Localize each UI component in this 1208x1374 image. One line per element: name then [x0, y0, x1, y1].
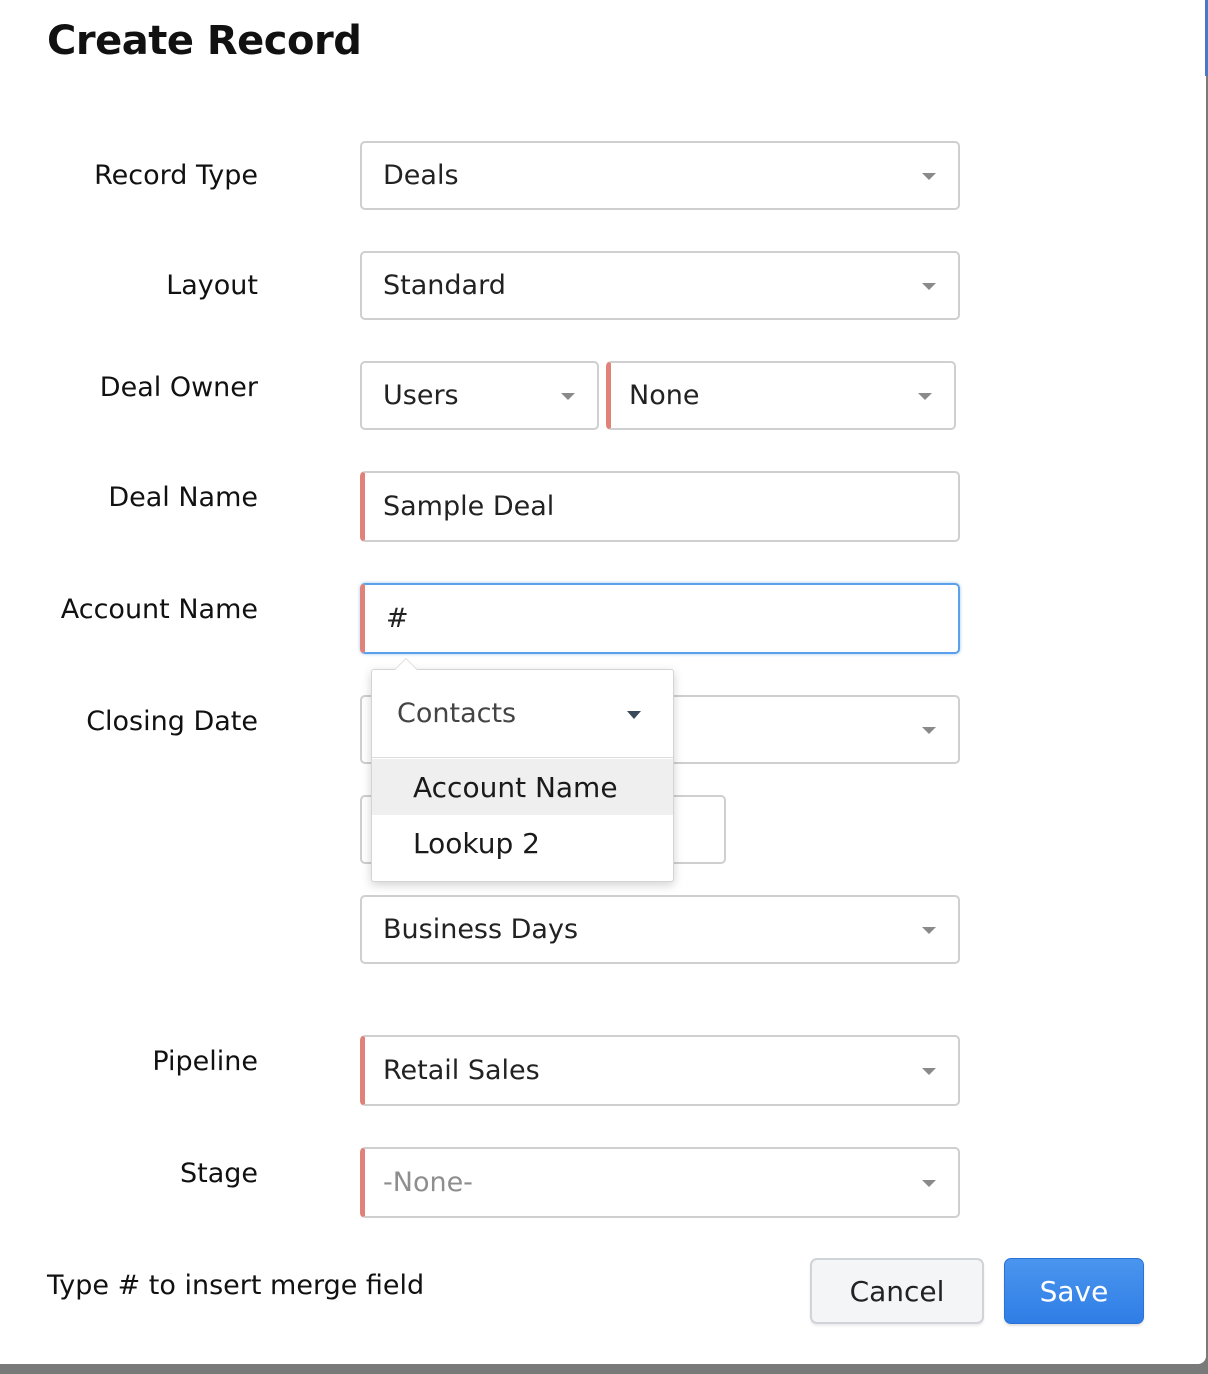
chevron-down-icon — [922, 172, 936, 180]
chevron-down-icon — [922, 1179, 936, 1187]
create-record-dialog: Create Record Record Type Deals Layout S… — [0, 0, 1208, 1364]
merge-field-option-lookup-2[interactable]: Lookup 2 — [372, 815, 673, 871]
merge-field-option-account-name[interactable]: Account Name — [372, 759, 673, 815]
merge-field-popup: Contacts Account Name Lookup 2 — [371, 658, 674, 882]
popup-pointer — [394, 658, 418, 670]
closing-date-unit-value: Business Days — [383, 914, 579, 945]
pipeline-select[interactable]: Retail Sales — [360, 1035, 960, 1106]
account-name-value: # — [386, 603, 409, 634]
record-type-label: Record Type — [94, 160, 258, 191]
stage-value: -None- — [383, 1167, 473, 1198]
deal-owner-value: None — [629, 380, 700, 411]
record-type-value: Deals — [383, 160, 459, 191]
deal-owner-label: Deal Owner — [99, 372, 258, 403]
closing-date-label: Closing Date — [86, 706, 258, 737]
layout-select[interactable]: Standard — [360, 251, 960, 320]
caret-down-icon — [627, 711, 641, 719]
chevron-down-icon — [922, 1067, 936, 1075]
layout-label: Layout — [166, 270, 258, 301]
merge-field-option-label: Lookup 2 — [413, 826, 540, 860]
chevron-down-icon — [561, 392, 575, 400]
deal-name-value: Sample Deal — [383, 491, 555, 522]
chevron-down-icon — [922, 726, 936, 734]
module-select-value: Contacts — [397, 698, 517, 729]
save-button[interactable]: Save — [1004, 1258, 1144, 1324]
deal-name-input[interactable]: Sample Deal — [360, 471, 960, 542]
layout-value: Standard — [383, 270, 506, 301]
chevron-down-icon — [922, 926, 936, 934]
deal-owner-type-value: Users — [383, 380, 459, 411]
deal-owner-select[interactable]: None — [606, 361, 956, 430]
module-select[interactable]: Contacts — [372, 670, 673, 758]
deal-name-label: Deal Name — [108, 482, 258, 513]
deal-owner-type-select[interactable]: Users — [360, 361, 599, 430]
closing-date-unit-select[interactable]: Business Days — [360, 895, 960, 964]
account-name-label: Account Name — [60, 594, 258, 625]
account-name-input[interactable]: # — [360, 583, 960, 654]
merge-field-hint: Type # to insert merge field — [47, 1270, 425, 1301]
chevron-down-icon — [918, 392, 932, 400]
pipeline-label: Pipeline — [152, 1046, 258, 1077]
record-type-select[interactable]: Deals — [360, 141, 960, 210]
chevron-down-icon — [922, 282, 936, 290]
stage-select[interactable]: -None- — [360, 1147, 960, 1218]
stage-label: Stage — [179, 1158, 258, 1189]
cancel-button[interactable]: Cancel — [810, 1258, 984, 1324]
pipeline-value: Retail Sales — [383, 1055, 540, 1086]
merge-field-option-label: Account Name — [413, 770, 618, 804]
dialog-title: Create Record — [47, 18, 362, 64]
